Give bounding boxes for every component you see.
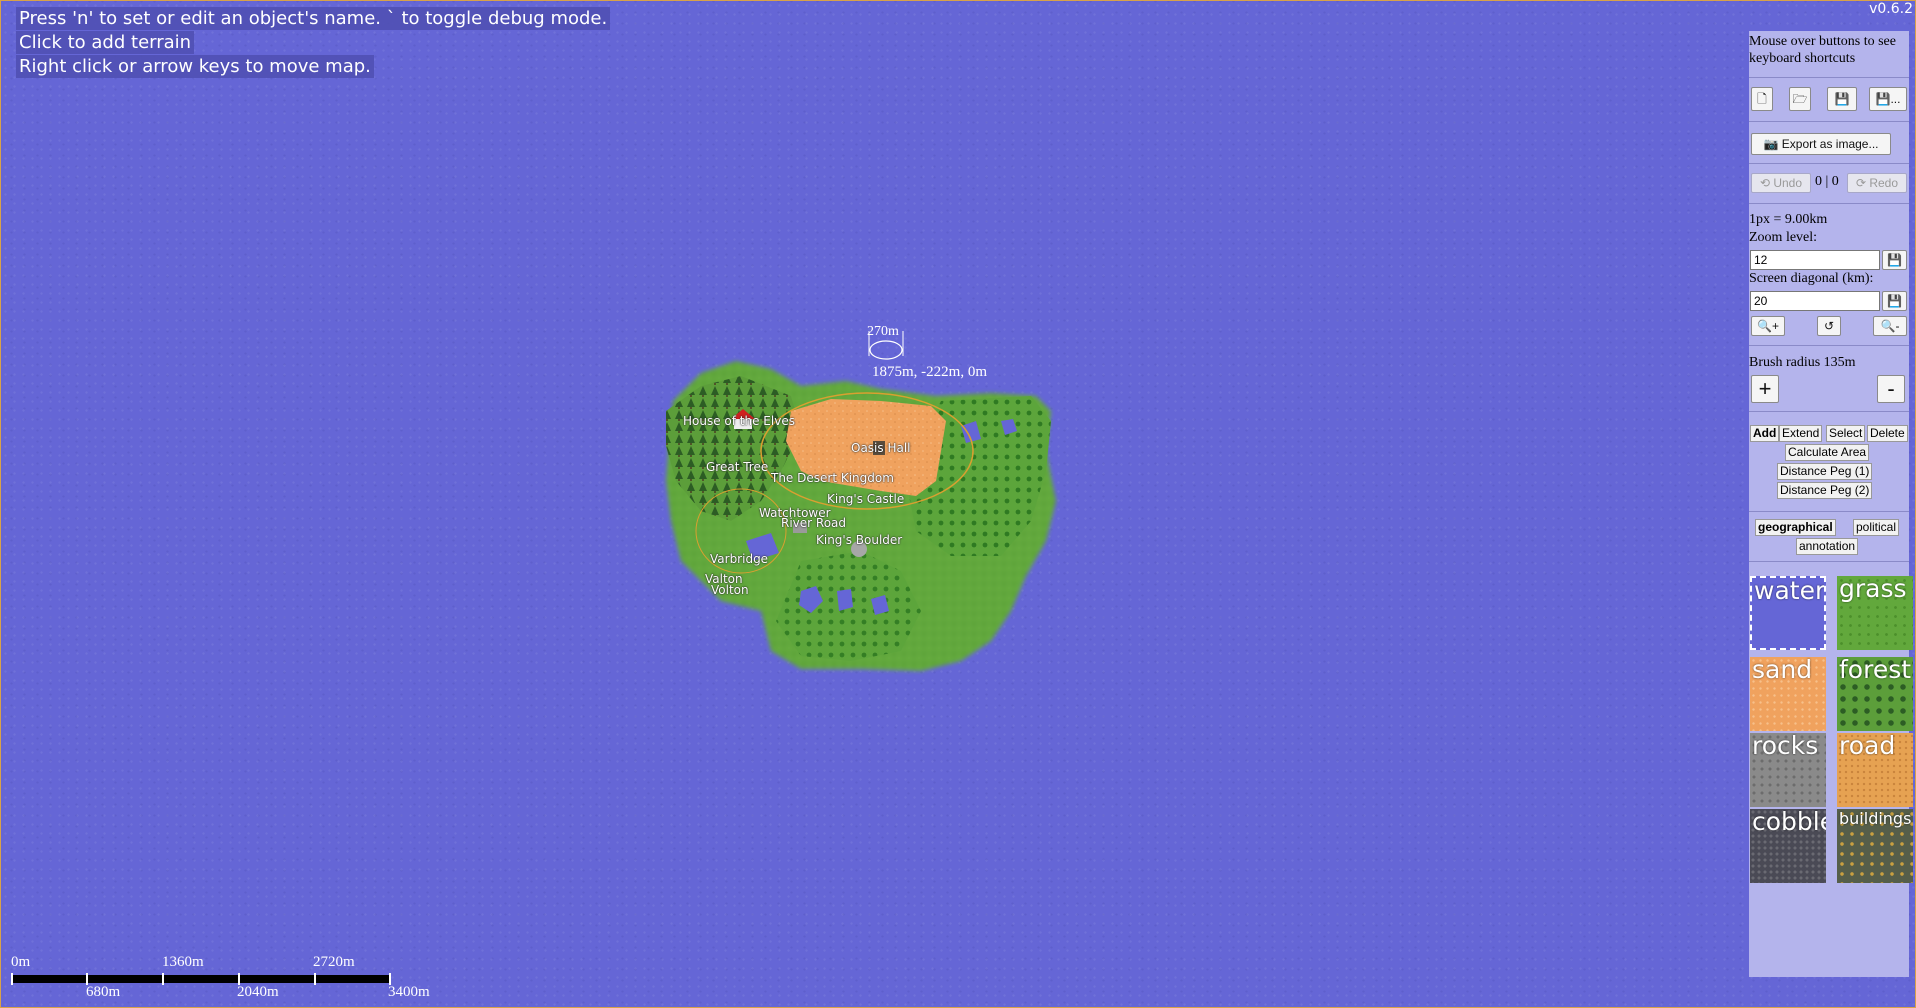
- apply-diagonal-button[interactable]: 💾: [1882, 291, 1907, 311]
- scale-bar-graphic: [11, 973, 391, 985]
- open-map-button[interactable]: 🗁: [1789, 87, 1811, 111]
- terrain-label: buildings: [1839, 809, 1912, 828]
- divider: [1749, 121, 1909, 122]
- label-kings-boulder[interactable]: King's Boulder: [816, 533, 902, 547]
- label-great-tree[interactable]: Great Tree: [706, 460, 768, 474]
- tool-delete[interactable]: Delete: [1867, 425, 1908, 442]
- new-map-button[interactable]: 🗋: [1751, 87, 1773, 111]
- divider: [1749, 77, 1909, 78]
- forest-west: [666, 376, 801, 521]
- calculate-area-button[interactable]: Calculate Area: [1785, 444, 1870, 461]
- tool-add[interactable]: Add: [1750, 425, 1780, 442]
- zoom-in-icon: 🔍+: [1757, 319, 1779, 333]
- screen-diagonal-label: Screen diagonal (km):: [1749, 271, 1874, 286]
- shortcut-hint: Mouse over buttons to see keyboard short…: [1749, 34, 1896, 66]
- new-map-icon: 🗋: [1757, 92, 1767, 106]
- scale-label-bottom: 2040m: [237, 984, 279, 1000]
- export-image-button[interactable]: 📷 Export as image...: [1751, 133, 1891, 155]
- scale-label-bottom: 3400m: [388, 984, 430, 1000]
- divider: [1749, 561, 1909, 562]
- divider: [1749, 511, 1909, 512]
- label-volton[interactable]: Volton: [711, 583, 749, 597]
- divider: [1749, 163, 1909, 164]
- divider: [1749, 411, 1909, 412]
- help-line-name: Press 'n' to set or edit an object's nam…: [16, 7, 611, 30]
- terrain-rocks[interactable]: rocks: [1750, 733, 1826, 807]
- map-viewport[interactable]: House of the Elves Great Tree Oasis Hall…: [0, 0, 1916, 1008]
- pixel-scale: 1px = 9.00km: [1749, 212, 1828, 227]
- layer-annotation[interactable]: annotation: [1796, 538, 1859, 555]
- sidebar: Mouse over buttons to see keyboard short…: [1749, 31, 1913, 977]
- label-varbridge[interactable]: Varbridge: [710, 552, 768, 566]
- distance-peg-2-button[interactable]: Distance Peg (2): [1777, 482, 1873, 499]
- help-line-move-map: Right click or arrow keys to move map.: [16, 55, 374, 78]
- reset-icon: ↺: [1823, 319, 1835, 333]
- terrain-label: rocks: [1752, 733, 1819, 760]
- brush-increase-button[interactable]: +: [1751, 375, 1779, 403]
- divider: [1749, 345, 1909, 346]
- save-icon: 💾: [1834, 92, 1850, 106]
- brush-radius-label: Brush radius 135m: [1749, 355, 1856, 370]
- open-map-icon: 🗁: [1792, 92, 1808, 106]
- zoom-out-button[interactable]: 🔍-: [1873, 316, 1907, 336]
- undo-button[interactable]: ⟲ Undo: [1751, 173, 1811, 193]
- help-line-add-terrain: Click to add terrain: [16, 31, 195, 54]
- layer-political[interactable]: political: [1853, 519, 1900, 536]
- terrain-label: cobble: [1752, 809, 1826, 836]
- distance-peg-1-button[interactable]: Distance Peg (1): [1777, 463, 1873, 480]
- save-as-button[interactable]: 💾...: [1869, 87, 1907, 111]
- label-river-road[interactable]: River Road: [781, 516, 846, 530]
- zoom-level-label: Zoom level:: [1749, 230, 1818, 245]
- island-landmass: [666, 361, 1056, 671]
- save-as-icon: 💾...: [1875, 92, 1901, 106]
- divider: [1749, 203, 1909, 204]
- apply-zoom-button[interactable]: 💾: [1882, 250, 1907, 270]
- save-button[interactable]: 💾: [1827, 87, 1857, 111]
- shrubs-east: [906, 396, 1051, 556]
- zoom-out-icon: 🔍-: [1880, 319, 1900, 333]
- scale-bar: 0m 1360m 2720m 680m 2040m 3400m: [11, 951, 431, 1007]
- terrain-label: grass: [1839, 576, 1907, 603]
- brush-size-label: 270m: [867, 324, 899, 339]
- tool-extend[interactable]: Extend: [1779, 425, 1823, 442]
- label-oasis-hall[interactable]: Oasis Hall: [851, 441, 911, 455]
- cursor-coordinates: 1875m, -222m, 0m: [872, 364, 987, 380]
- save-icon: 💾: [1887, 294, 1902, 308]
- reset-zoom-button[interactable]: ↺: [1817, 316, 1841, 336]
- history-counts: 0 | 0: [1815, 174, 1839, 189]
- label-house-of-the-elves[interactable]: House of the Elves: [683, 414, 795, 428]
- label-the-desert-kingdom[interactable]: The Desert Kingdom: [771, 471, 894, 485]
- terrain-sand[interactable]: sand: [1750, 657, 1826, 731]
- screen-diagonal-input[interactable]: [1750, 291, 1880, 311]
- terrain-water[interactable]: water: [1750, 576, 1826, 650]
- zoom-in-button[interactable]: 🔍+: [1751, 316, 1785, 336]
- terrain-cobble[interactable]: cobble: [1750, 809, 1826, 883]
- terrain-label: water: [1754, 576, 1826, 605]
- shrubs-south: [776, 551, 921, 661]
- redo-button[interactable]: ⟳ Redo: [1847, 173, 1907, 193]
- scale-label-top: 2720m: [313, 954, 355, 970]
- zoom-level-input[interactable]: [1750, 250, 1880, 270]
- terrain-label: road: [1839, 733, 1896, 760]
- scale-label-top: 0m: [11, 954, 31, 970]
- save-icon: 💾: [1887, 253, 1902, 267]
- terrain-grass[interactable]: grass: [1837, 576, 1913, 650]
- scale-label-bottom: 680m: [86, 984, 121, 1000]
- terrain-buildings[interactable]: buildings: [1837, 809, 1913, 883]
- brush-decrease-button[interactable]: -: [1877, 375, 1905, 403]
- label-kings-castle[interactable]: King's Castle: [827, 492, 904, 506]
- terrain-forest[interactable]: forest: [1837, 657, 1913, 731]
- terrain-label: forest: [1839, 657, 1912, 684]
- layer-geographical[interactable]: geographical: [1755, 519, 1836, 536]
- tool-select[interactable]: Select: [1826, 425, 1866, 442]
- island-terrain: [666, 331, 1056, 671]
- terrain-label: sand: [1752, 657, 1813, 684]
- terrain-road[interactable]: road: [1837, 733, 1913, 807]
- scale-label-top: 1360m: [162, 954, 204, 970]
- version-label: v0.6.2: [1869, 1, 1913, 17]
